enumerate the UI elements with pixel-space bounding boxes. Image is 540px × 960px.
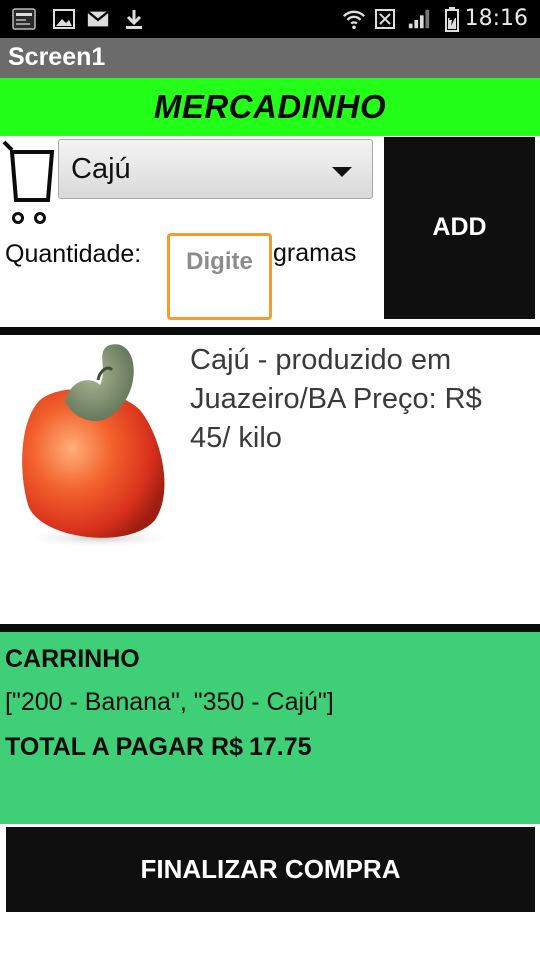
quantity-label: Quantidade: [5,240,142,268]
cashew-fruit-image [10,340,180,548]
news-app-icon [12,7,36,31]
divider-top [0,327,540,335]
finish-purchase-button[interactable]: FINALIZAR COMPRA [6,827,535,912]
image-icon [52,7,76,31]
status-bar: 18:16 [0,0,540,38]
download-icon [122,7,146,31]
cart-items: ["200 - Banana", "350 - Cajú"] [5,688,334,716]
divider-bottom [0,624,540,632]
shopping-cart-icon [2,138,56,230]
quantity-input[interactable] [167,233,272,320]
gmail-icon [86,7,110,31]
signal-icon [407,7,431,31]
total-label: TOTAL A PAGAR R$ [5,733,243,761]
app-title: Screen1 [8,43,106,71]
store-header: MERCADINHO [0,78,540,136]
title-bar: Screen1 [0,38,540,78]
product-dropdown-value: Cajú [71,153,131,185]
sim-icon [373,7,397,31]
product-dropdown[interactable]: Cajú [58,139,373,199]
total-value: 17.75 [248,733,312,761]
store-title: MERCADINHO [153,88,387,125]
dropdown-arrow-icon [332,167,352,177]
add-button[interactable]: ADD [384,137,535,319]
unit-label: gramas [273,239,357,267]
battery-icon [440,7,464,32]
cart-title: CARRINHO [5,645,140,673]
clock: 18:16 [464,6,528,31]
product-description: Cajú - produzido em Juazeiro/BA Preço: R… [190,344,482,454]
cart-total: TOTAL A PAGAR R$ 17.75 [5,733,312,762]
wifi-icon [342,7,366,31]
cart-panel: CARRINHO ["200 - Banana", "350 - Cajú"] … [0,632,540,824]
